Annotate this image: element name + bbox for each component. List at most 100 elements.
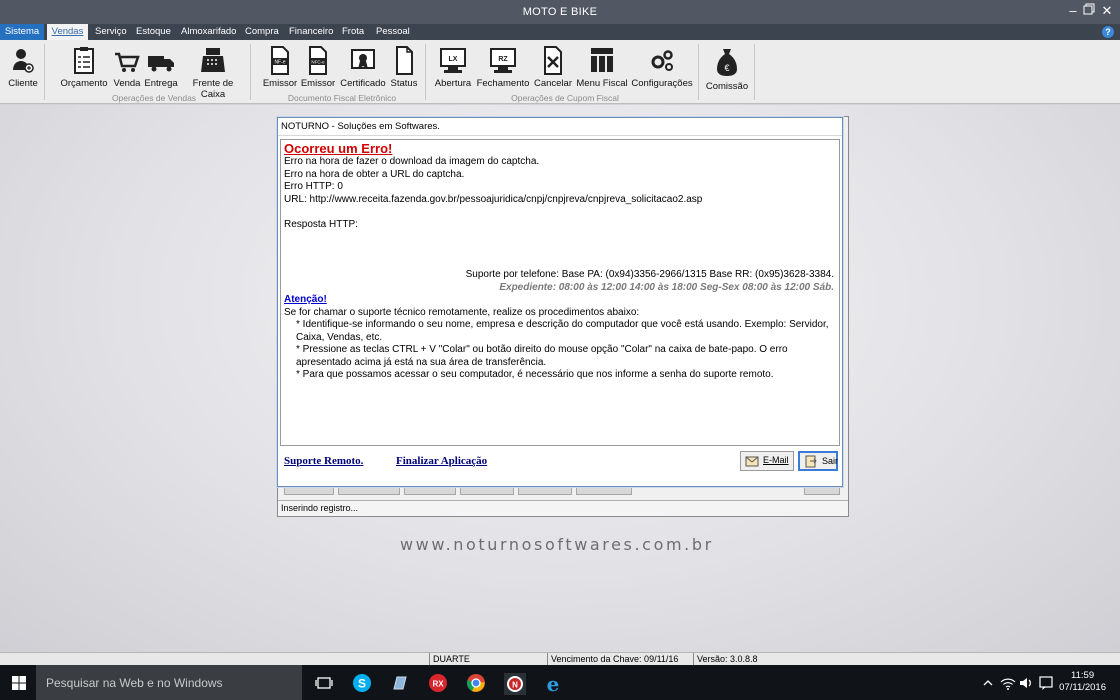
- status-bar: DUARTE Vencimento da Chave: 09/11/16 Ver…: [0, 652, 1120, 666]
- envelope-icon: [745, 456, 759, 467]
- cliente-button[interactable]: Cliente: [6, 46, 40, 89]
- ribbon: Cliente Orçamento Venda Entrega Frente d…: [0, 40, 1120, 104]
- money-bag-icon: €: [717, 49, 737, 76]
- remote-support-link[interactable]: Suporte Remoto.: [284, 455, 363, 467]
- menu-servico[interactable]: Serviço: [95, 26, 127, 37]
- noturno-app-icon[interactable]: N: [504, 673, 526, 695]
- email-button[interactable]: E-Mail: [740, 451, 794, 471]
- status-label: Status: [390, 78, 418, 89]
- menu-estoque[interactable]: Estoque: [136, 26, 171, 37]
- configuracoes-button[interactable]: Configurações: [631, 46, 693, 89]
- emissor-nfce-label: Emissor: [300, 78, 336, 89]
- error-details-box: Ocorreu um Erro! Erro na hora de fazer o…: [280, 139, 840, 446]
- abertura-button[interactable]: LX Abertura: [434, 46, 472, 89]
- dialog-title: NOTURNO - Soluções em Softwares.: [278, 118, 842, 136]
- venda-label: Venda: [113, 78, 141, 89]
- fechamento-button[interactable]: RZ Fechamento: [476, 46, 530, 89]
- notification-center-icon[interactable]: [1038, 673, 1054, 693]
- rz-tag: RZ: [498, 56, 508, 63]
- attention-item: * Identifique-se informando o seu nome, …: [296, 319, 829, 343]
- window-title: MOTO E BIKE: [522, 6, 598, 18]
- configuracoes-label: Configurações: [631, 78, 693, 89]
- attention-heading: Atenção!: [284, 294, 327, 305]
- exit-button[interactable]: Sair: [798, 451, 838, 471]
- monitor-rz-icon: RZ: [490, 48, 516, 73]
- clock-date: 07/11/2016: [1059, 682, 1106, 693]
- svg-text:N: N: [512, 681, 518, 690]
- minimize-icon[interactable]: –: [1066, 2, 1080, 20]
- status-button[interactable]: Status: [390, 46, 418, 89]
- wifi-icon[interactable]: [1000, 673, 1016, 693]
- watermark-url: www.noturnosoftwares.com.br: [400, 535, 714, 554]
- truck-icon: [148, 56, 174, 72]
- nfce-tag: NFC-e: [311, 60, 325, 65]
- windows-start-icon[interactable]: [12, 676, 26, 693]
- chrome-icon[interactable]: [466, 673, 486, 693]
- venda-button[interactable]: Venda: [112, 46, 142, 89]
- rx-app-icon[interactable]: RX: [428, 673, 448, 693]
- ribbon-separator: [754, 44, 755, 100]
- svg-text:S: S: [358, 677, 366, 691]
- background-form-status: Inserindo registro...: [278, 500, 848, 516]
- frente-de-caixa-button[interactable]: Frente de Caixa: [181, 46, 245, 100]
- rx-badge: RX: [432, 680, 444, 689]
- volume-icon[interactable]: [1018, 673, 1034, 693]
- attention-intro: Se for chamar o suporte técnico remotame…: [284, 306, 640, 318]
- tray-chevron-icon[interactable]: [982, 673, 996, 693]
- taskbar-search-box[interactable]: Pesquisar na Web e no Windows: [36, 665, 302, 700]
- entrega-label: Entrega: [144, 78, 178, 89]
- comissao-label: Comissão: [705, 81, 749, 92]
- emissor-nfce-button[interactable]: NFC-e Emissor: [300, 46, 336, 89]
- restore-icon[interactable]: [1082, 2, 1096, 20]
- menu-vendas[interactable]: Vendas: [47, 24, 88, 40]
- status-document-icon: [396, 46, 413, 75]
- cliente-label: Cliente: [8, 78, 38, 89]
- nfe-tag: NF-e: [274, 60, 285, 66]
- menu-pessoal[interactable]: Pessoal: [376, 26, 410, 37]
- title-bar: MOTO E BIKE – ✕: [0, 0, 1120, 24]
- emissor-nfe-label: Emissor: [262, 78, 298, 89]
- certificado-button[interactable]: Certificado: [339, 46, 387, 89]
- vendas-group-label: Operações de Vendas: [111, 93, 197, 103]
- menu-financeiro[interactable]: Financeiro: [289, 26, 333, 37]
- comissao-button[interactable]: € Comissão: [704, 46, 750, 92]
- nfce-document-icon: NFC-e: [309, 46, 327, 75]
- error-line: Erro na hora de obter a URL do captcha.: [284, 168, 465, 180]
- entrega-button[interactable]: Entrega: [143, 46, 179, 89]
- orcamento-button[interactable]: Orçamento: [59, 46, 109, 89]
- menu-almoxarifado[interactable]: Almoxarifado: [181, 26, 236, 37]
- menu-fiscal-button[interactable]: Menu Fiscal: [576, 46, 628, 89]
- certificate-icon: [351, 49, 375, 69]
- user-icon: [13, 49, 34, 73]
- ribbon-separator: [698, 44, 699, 100]
- cash-register-icon: [201, 48, 225, 72]
- skype-icon[interactable]: S: [352, 673, 372, 693]
- emissor-nfe-button[interactable]: NF-e Emissor: [262, 46, 298, 89]
- help-icon[interactable]: ?: [1102, 26, 1114, 38]
- internet-explorer-icon[interactable]: e: [542, 672, 562, 696]
- menu-bar: Sistema Vendas Serviço Estoque Almoxarif…: [0, 24, 1120, 40]
- exit-label: Sair: [822, 456, 839, 466]
- taskbar-clock[interactable]: 11:59 07/11/2016: [1059, 670, 1106, 694]
- svg-text:e: e: [547, 673, 560, 695]
- cart-icon: [115, 52, 140, 72]
- error-line: Erro HTTP: 0: [284, 181, 343, 192]
- task-view-icon[interactable]: [314, 673, 334, 693]
- fiscal-group-label: Documento Fiscal Eletrônico: [287, 93, 397, 103]
- cancelar-button[interactable]: Cancelar: [533, 46, 573, 89]
- email-label: E-Mail: [763, 455, 789, 465]
- finalize-application-link[interactable]: Finalizar Aplicação: [396, 455, 487, 467]
- fechamento-label: Fechamento: [476, 78, 530, 89]
- close-icon[interactable]: ✕: [1100, 2, 1114, 20]
- menu-compra[interactable]: Compra: [245, 26, 279, 37]
- ribbon-separator: [44, 44, 45, 100]
- menu-frota[interactable]: Frota: [342, 26, 364, 37]
- nfe-document-icon: NF-e: [271, 46, 289, 75]
- dialog-footer: Suporte Remoto. Finalizar Aplicação E-Ma…: [278, 448, 842, 472]
- menu-sistema[interactable]: Sistema: [0, 24, 44, 40]
- ribbon-separator: [425, 44, 426, 100]
- clock-time: 11:59: [1071, 670, 1095, 681]
- support-hours: Expediente: 08:00 às 12:00 14:00 às 18:0…: [499, 281, 834, 293]
- app-notes-icon[interactable]: [390, 673, 410, 693]
- exit-door-icon: [805, 455, 817, 468]
